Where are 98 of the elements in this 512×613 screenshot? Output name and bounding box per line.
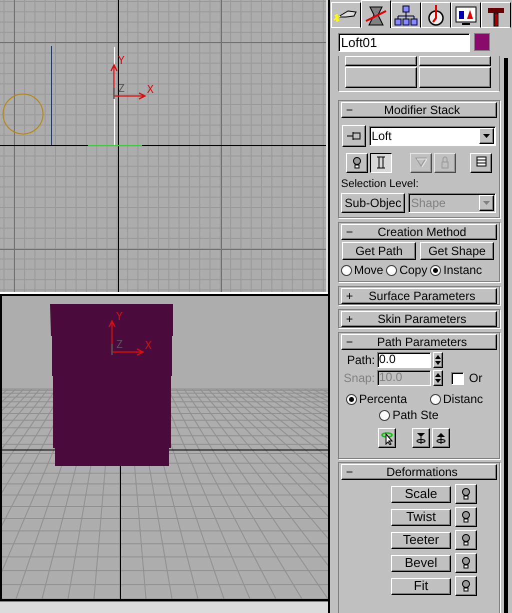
rollout-toggle-sign: −: [346, 103, 354, 117]
rollout-header[interactable]: − Deformations: [341, 464, 497, 480]
lightbulb-icon: [460, 579, 472, 593]
radio-button[interactable]: [346, 394, 357, 404]
toggle-button[interactable]: [455, 553, 477, 573]
creation-button[interactable]: Get Path: [342, 242, 416, 260]
checkbox[interactable]: [451, 372, 464, 384]
radio-label: Instanc: [443, 263, 482, 277]
scrollbar-thumb[interactable]: [504, 58, 508, 613]
rollout-title: Deformations: [385, 465, 459, 479]
up-marker-icon: [435, 431, 447, 445]
path-tool-button[interactable]: [412, 428, 430, 448]
command-panel-tab[interactable]: [421, 2, 451, 28]
radio-button[interactable]: [379, 410, 390, 420]
dropdown-button[interactable]: [479, 128, 494, 144]
spinner-arrows-icon: [435, 372, 441, 384]
lightbulb-icon: [460, 510, 472, 524]
rollout-toggle-sign: −: [346, 465, 354, 479]
radio-button[interactable]: [341, 264, 352, 276]
blank-button[interactable]: [419, 56, 491, 66]
stack-tool-button[interactable]: [370, 153, 392, 173]
axis-arrows-drawing: [108, 320, 144, 356]
caret-icon: [483, 201, 490, 205]
deformation-button[interactable]: Teeter: [391, 532, 451, 548]
rollout-title: Surface Parameters: [368, 289, 476, 303]
spinner-arrows-icon: [435, 354, 441, 366]
rollout-header[interactable]: − Path Parameters: [341, 334, 497, 350]
i-beam-icon: [375, 156, 387, 170]
lightbulb-icon: [460, 487, 472, 501]
pin-icon: [346, 131, 362, 141]
rollout-toggle-sign: +: [346, 312, 354, 326]
axis-arrows-drawing: [110, 64, 146, 100]
rollout-title: Modifier Stack: [382, 103, 462, 117]
rollout-header[interactable]: − Modifier Stack: [341, 102, 497, 118]
radio-label: Move: [354, 263, 384, 277]
funnel-icon: [415, 156, 427, 170]
axis-label: Y: [116, 310, 123, 323]
toggle-button[interactable]: [455, 507, 477, 527]
pointer-icon: [381, 431, 393, 445]
blank-button[interactable]: [345, 56, 417, 66]
creation-button[interactable]: Get Shape: [420, 242, 494, 260]
deformation-button[interactable]: Fit: [391, 578, 451, 594]
field-label: Path:: [346, 353, 375, 367]
deformation-button[interactable]: Scale: [391, 486, 451, 502]
radio-label: Percenta: [359, 392, 408, 406]
blank-button[interactable]: [419, 67, 491, 88]
rollout-header[interactable]: + Surface Parameters: [341, 288, 497, 304]
rollout-title: Skin Parameters: [376, 312, 468, 326]
pin-stack-button[interactable]: [342, 125, 366, 147]
command-panel-tab[interactable]: [361, 0, 391, 28]
rollout-toggle-sign: −: [346, 225, 354, 239]
axis-label: X: [145, 339, 152, 352]
object-name-field[interactable]: Loft01: [338, 32, 470, 52]
radio-label: Copy: [399, 263, 428, 277]
field-label: Snap:: [342, 371, 375, 385]
command-panel-tab[interactable]: [481, 2, 511, 28]
toggle-button[interactable]: [455, 530, 477, 550]
path-tool-button[interactable]: [432, 428, 450, 448]
rollout-toggle-sign: +: [346, 289, 354, 303]
command-panel-tab[interactable]: [451, 2, 481, 28]
radio-button[interactable]: [386, 264, 398, 276]
path-line[interactable]: [114, 46, 115, 146]
dropdown[interactable]: Loft: [368, 126, 496, 146]
lightbulb-icon: [351, 156, 363, 170]
blank-button[interactable]: [345, 67, 417, 88]
ground-line: [88, 145, 142, 146]
caret-icon: [483, 134, 490, 138]
axis-label: X: [147, 83, 154, 96]
radio-label: Path Ste: [392, 408, 439, 422]
hierarchy-icon: [392, 3, 420, 27]
spinner[interactable]: [433, 352, 443, 368]
toggle-button[interactable]: [455, 576, 477, 596]
sub-object-button[interactable]: Sub-Objec: [341, 193, 405, 213]
toggle-button[interactable]: [455, 484, 477, 504]
rollout-toggle-sign: −: [346, 335, 354, 349]
axis-label: Z: [116, 338, 123, 351]
lightbulb-icon: [460, 533, 472, 547]
lock-icon: [439, 156, 451, 170]
loft-object[interactable]: [50, 304, 173, 466]
rollout-title: Creation Method: [376, 225, 468, 239]
number-field[interactable]: 0.0: [377, 352, 431, 368]
deformation-button[interactable]: Bevel: [391, 554, 451, 572]
command-panel-tab[interactable]: [331, 2, 361, 28]
down-marker-icon: [415, 431, 427, 445]
radio-button[interactable]: [430, 264, 442, 276]
path-tool-button[interactable]: [378, 428, 396, 448]
command-panel-tab[interactable]: [391, 2, 421, 28]
object-color-swatch[interactable]: [474, 33, 490, 51]
rollout-header[interactable]: − Creation Method: [341, 224, 497, 240]
spinner[interactable]: [433, 370, 443, 386]
rollout-title: Path Parameters: [376, 335, 468, 349]
radio-button[interactable]: [430, 394, 441, 404]
rollout-header[interactable]: + Skin Parameters: [341, 311, 497, 327]
deformation-button[interactable]: Twist: [391, 508, 451, 526]
lightbulb-icon: [460, 556, 472, 570]
checkbox-label: Or: [469, 371, 482, 385]
radio-label: Distanc: [443, 392, 484, 406]
selection-level-label: Selection Level:: [341, 178, 420, 191]
